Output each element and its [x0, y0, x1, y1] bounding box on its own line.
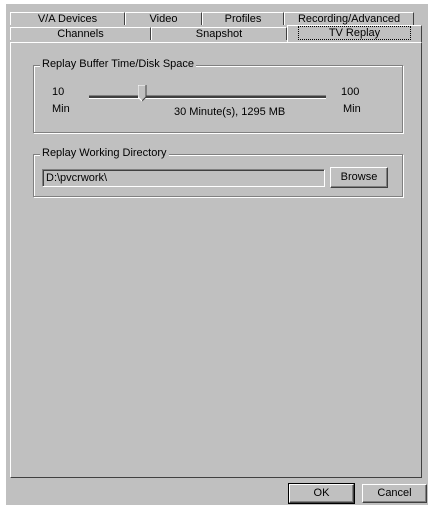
buffer-status-text: 30 Minute(s), 1295 MB: [174, 106, 286, 118]
tab-channels[interactable]: Channels: [10, 27, 151, 40]
working-dir-title: Replay Working Directory: [40, 147, 169, 159]
browse-button[interactable]: Browse: [330, 167, 388, 188]
replay-buffer-group: Replay Buffer Time/Disk Space 10 Min 100…: [33, 58, 403, 133]
tab-profiles[interactable]: Profiles: [202, 12, 284, 25]
working-dir-input[interactable]: D:\pvcrwork\: [42, 169, 325, 187]
slider-track[interactable]: [89, 95, 326, 99]
tab-va-devices[interactable]: V/A Devices: [10, 12, 125, 25]
slider-max-unit: Min: [343, 103, 361, 115]
settings-dialog: V/A Devices Video Profiles Recording/Adv…: [6, 4, 428, 505]
tab-video[interactable]: Video: [125, 12, 202, 25]
cancel-button[interactable]: Cancel: [362, 484, 427, 503]
ok-button[interactable]: OK: [288, 483, 355, 504]
replay-buffer-title: Replay Buffer Time/Disk Space: [40, 58, 197, 70]
slider-thumb[interactable]: [137, 85, 147, 102]
tv-replay-panel: Replay Buffer Time/Disk Space 10 Min 100…: [10, 42, 422, 478]
slider-min-unit: Min: [52, 103, 70, 115]
tab-tv-replay[interactable]: TV Replay: [287, 25, 422, 42]
tab-tv-replay-label: TV Replay: [297, 26, 412, 40]
slider-min-value: 10: [52, 86, 65, 98]
working-dir-group: Replay Working Directory D:\pvcrwork\ Br…: [33, 147, 403, 197]
tab-recording-advanced[interactable]: Recording/Advanced: [284, 12, 414, 25]
slider-max-value: 100: [341, 86, 360, 98]
tab-snapshot[interactable]: Snapshot: [151, 27, 287, 40]
